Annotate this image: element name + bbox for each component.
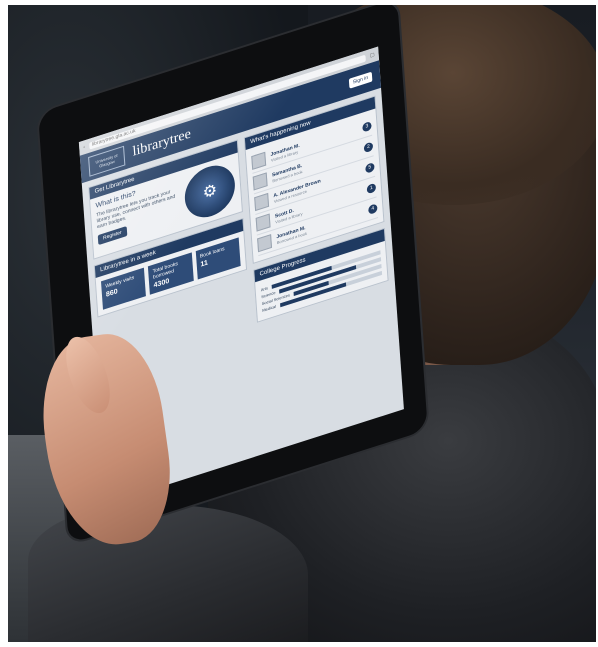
activity-badge[interactable]: 2 <box>363 141 374 153</box>
register-button[interactable]: Register <box>97 226 127 246</box>
avatar <box>252 172 268 191</box>
tabs-icon[interactable]: ▢ <box>370 52 375 59</box>
avatar <box>257 234 273 253</box>
right-column: What's happening now Jonathan M. Visited… <box>243 95 389 323</box>
photo: ‹ librarytree.gla.ac.uk ▢ University of … <box>8 5 596 642</box>
activity-badge[interactable]: 1 <box>366 182 377 194</box>
activity-badge[interactable]: 3 <box>362 120 372 133</box>
activity-badge[interactable]: 4 <box>368 202 378 215</box>
stat-card: Book loans 11 <box>195 237 241 280</box>
activity-badge[interactable]: 5 <box>365 161 375 174</box>
back-icon[interactable]: ‹ <box>83 144 85 150</box>
avatar <box>251 151 267 170</box>
avatar <box>254 192 270 212</box>
stat-card: Total books borrowed 4300 <box>148 252 194 295</box>
avatar <box>255 213 271 232</box>
librarytree-illustration-icon: ⚙ <box>183 158 237 224</box>
sign-in-button[interactable]: Sign in <box>348 71 373 89</box>
stat-card: Weekly visits 860 <box>100 267 147 310</box>
